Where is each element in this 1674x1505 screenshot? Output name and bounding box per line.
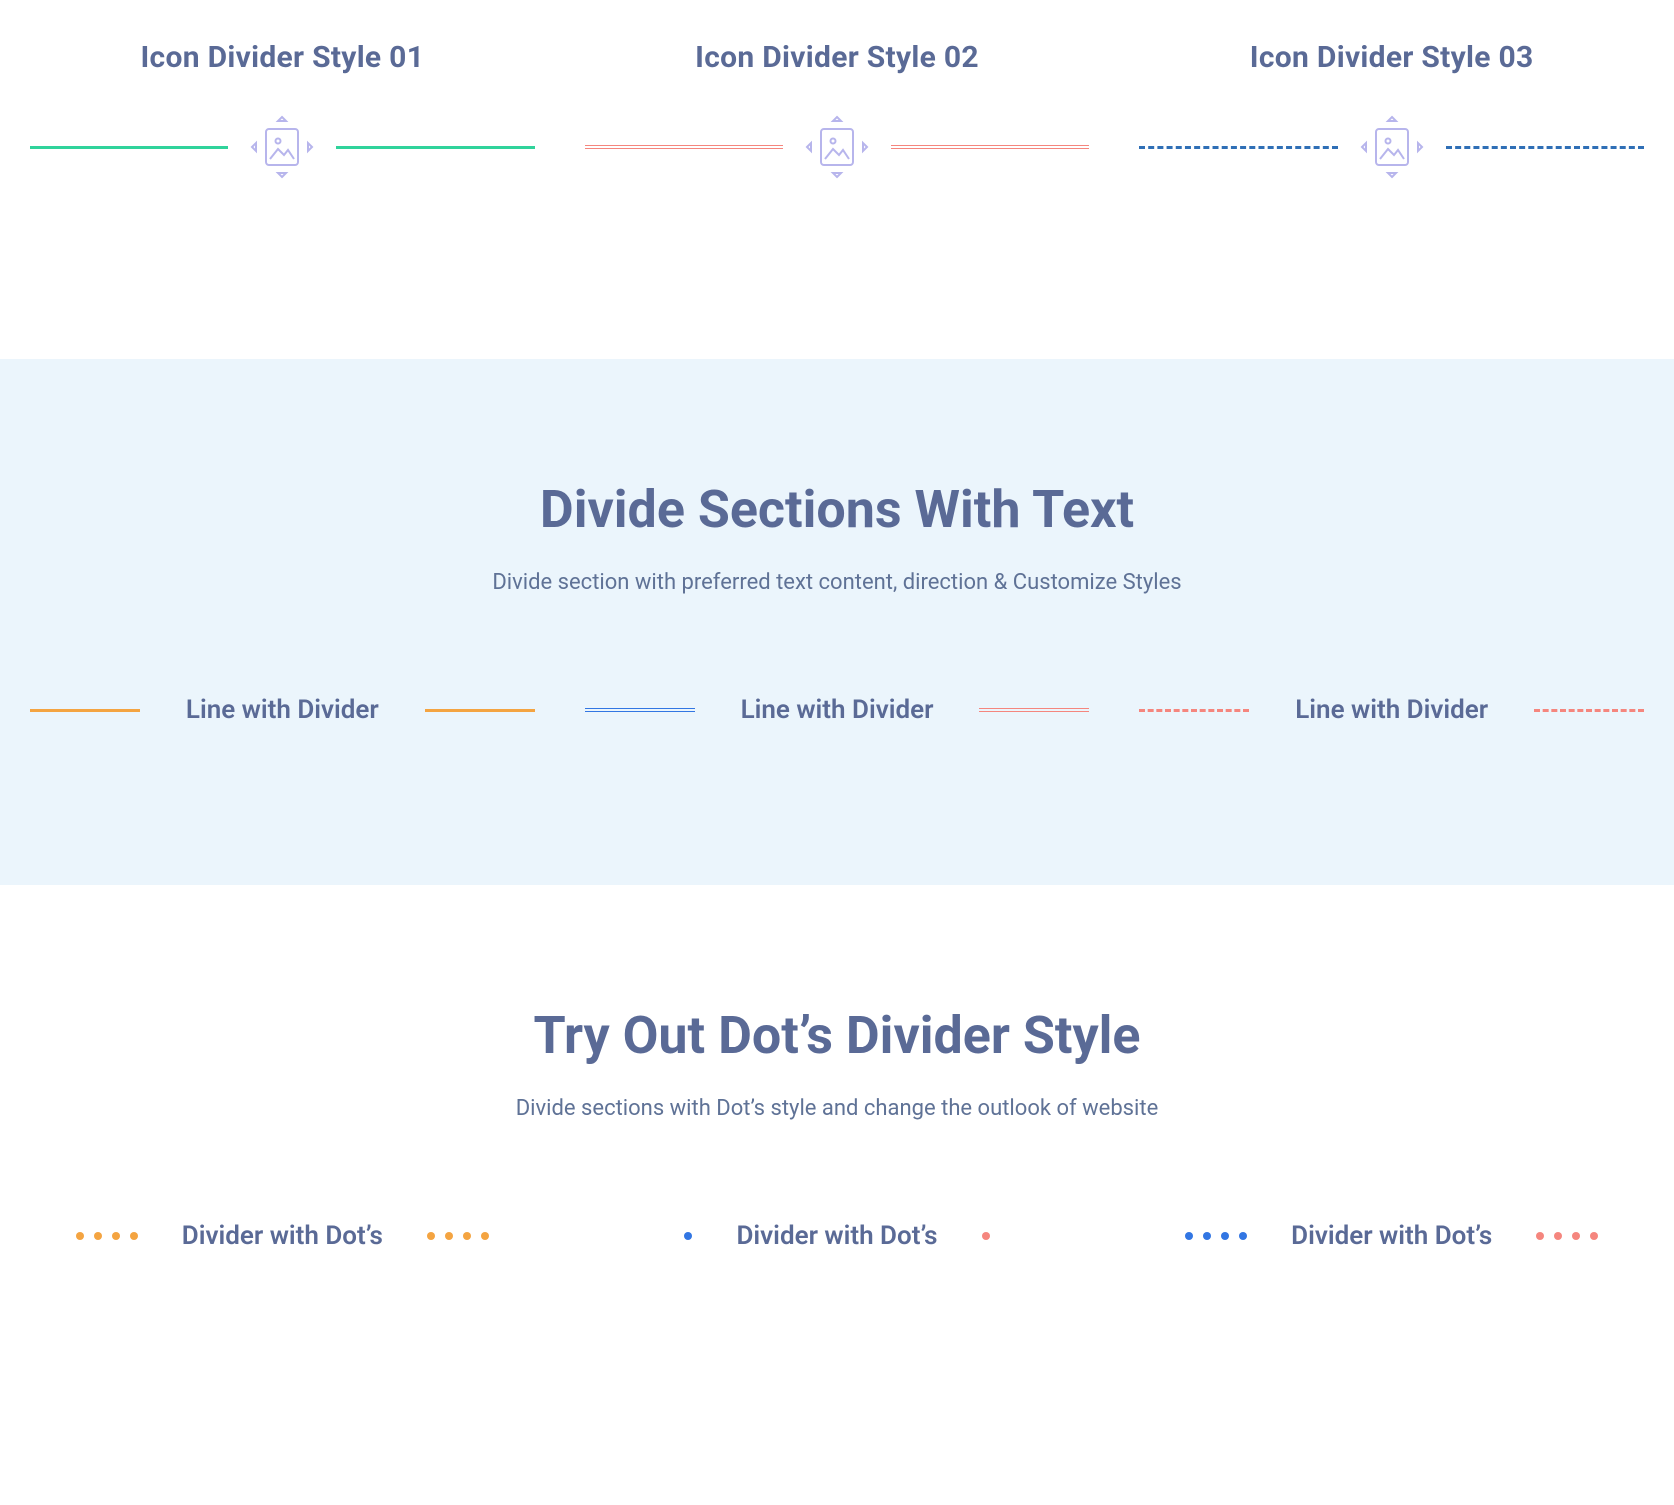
icon-divider-row: Icon Divider Style 01 Icon Divider Style… — [30, 40, 1644, 179]
section-title: Divide Sections With Text — [30, 479, 1644, 540]
divider-line-left — [1139, 146, 1337, 149]
divider-dots-right — [427, 1232, 489, 1240]
divider-row — [1139, 115, 1644, 179]
icon-divider-col-1: Icon Divider Style 01 — [30, 40, 535, 179]
dot-divider-col-3: Divider with Dot’s — [1139, 1221, 1644, 1251]
image-placeholder-icon — [1360, 115, 1424, 179]
text-divider-row: Line with Divider Line with Divider Line… — [30, 695, 1644, 725]
divider-line-left — [1139, 709, 1249, 712]
divider-line-right — [1446, 146, 1644, 149]
divider-dots-right — [982, 1232, 990, 1240]
icon-divider-col-3: Icon Divider Style 03 — [1139, 40, 1644, 179]
section-title: Try Out Dot’s Divider Style — [30, 1005, 1644, 1066]
divider-line-left — [585, 145, 783, 149]
text-divider-col-1: Line with Divider — [30, 695, 535, 725]
icon-divider-title-3: Icon Divider Style 03 — [1139, 40, 1644, 75]
text-divider-section: Divide Sections With Text Divide section… — [0, 359, 1674, 885]
divider-line-left — [30, 709, 140, 712]
divider-text-label: Divider with Dot’s — [1269, 1221, 1514, 1251]
divider-dots-left — [684, 1232, 692, 1240]
text-divider-col-3: Line with Divider — [1139, 695, 1644, 725]
divider-dots-right — [1536, 1232, 1598, 1240]
section-subtitle: Divide section with preferred text conte… — [30, 570, 1644, 595]
divider-text-label: Line with Divider — [717, 695, 958, 725]
divider-dots-left — [1185, 1232, 1247, 1240]
icon-divider-title-1: Icon Divider Style 01 — [30, 40, 535, 75]
icon-divider-title-2: Icon Divider Style 02 — [585, 40, 1090, 75]
dot-divider-col-2: Divider with Dot’s — [585, 1221, 1090, 1251]
dot-divider-section: Try Out Dot’s Divider Style Divide secti… — [0, 885, 1674, 1351]
divider-line-right — [425, 709, 535, 712]
divider-text-label: Divider with Dot’s — [160, 1221, 405, 1251]
divider-dots-left — [76, 1232, 138, 1240]
dot-divider-col-1: Divider with Dot’s — [30, 1221, 535, 1251]
image-placeholder-icon — [250, 115, 314, 179]
divider-row — [585, 115, 1090, 179]
text-divider-col-2: Line with Divider — [585, 695, 1090, 725]
divider-line-right — [336, 146, 534, 149]
divider-line-left — [585, 708, 695, 712]
icon-divider-section: Icon Divider Style 01 Icon Divider Style… — [0, 0, 1674, 359]
divider-text-label: Line with Divider — [1271, 695, 1512, 725]
divider-line-right — [891, 145, 1089, 149]
divider-row — [30, 115, 535, 179]
divider-text-label: Line with Divider — [162, 695, 403, 725]
divider-line-left — [30, 146, 228, 149]
section-subtitle: Divide sections with Dot’s style and cha… — [30, 1096, 1644, 1121]
dot-divider-row: Divider with Dot’s Divider with Dot’s Di… — [30, 1221, 1644, 1251]
icon-divider-col-2: Icon Divider Style 02 — [585, 40, 1090, 179]
image-placeholder-icon — [805, 115, 869, 179]
divider-line-right — [1534, 709, 1644, 712]
divider-text-label: Divider with Dot’s — [714, 1221, 959, 1251]
divider-line-right — [979, 708, 1089, 712]
